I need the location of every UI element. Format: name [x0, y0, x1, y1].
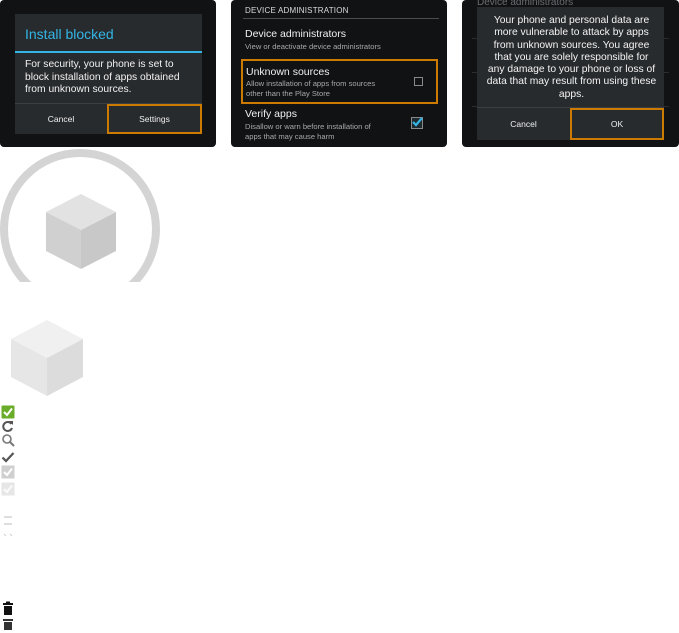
dialog-message: For security, your phone is set to block… [25, 59, 180, 95]
pref-unknown-sources[interactable]: Unknown sources Allow installation of ap… [241, 59, 438, 104]
install-blocked-screen: Install blocked For security, your phone… [0, 0, 216, 147]
trash-icon [3, 601, 13, 615]
checkmark-icon [1, 452, 15, 463]
green-check-icon [1, 405, 15, 419]
warning-dialog: Your phone and personal data are more vu… [477, 7, 664, 140]
package-icon [11, 320, 83, 396]
pref-title: Unknown sources [246, 66, 330, 78]
pref-summary-line1: Disallow or warn before installation of [245, 122, 371, 131]
cancel-button[interactable]: Cancel [15, 104, 107, 134]
security-settings-screen: DEVICE ADMINISTRATION Device administrat… [231, 0, 447, 147]
checkbox-light-icon [1, 482, 15, 496]
pref-summary-line2: other than the Play Store [246, 89, 331, 98]
divider-icon [3, 533, 13, 537]
trash-icon-small [3, 619, 13, 630]
package-circle-icon [0, 149, 160, 282]
warning-message: Your phone and personal data are more vu… [486, 15, 657, 100]
title-divider [15, 51, 202, 53]
ok-button[interactable]: OK [570, 108, 664, 140]
pref-title: Device administrators [245, 28, 346, 40]
dialog-button-bar: Cancel OK [477, 107, 664, 140]
pref-title: Verify apps [245, 108, 297, 120]
pref-summary: View or deactivate device administrators [245, 42, 381, 51]
unknown-sources-warning-screen: Device administrators Your phone and per… [462, 0, 679, 147]
unknown-sources-checkbox[interactable] [414, 77, 423, 86]
dialog-title: Install blocked [25, 26, 114, 42]
checkbox-grey-icon [1, 465, 15, 479]
refresh-icon [2, 421, 13, 432]
checkmark-icon [412, 117, 423, 127]
dialog-button-bar: Cancel Settings [15, 103, 202, 134]
search-icon [2, 434, 15, 447]
install-blocked-dialog: Install blocked For security, your phone… [15, 14, 202, 134]
pref-summary-line2: apps that may cause harm [245, 132, 335, 141]
section-divider [243, 18, 439, 19]
cancel-button[interactable]: Cancel [477, 108, 570, 140]
verify-apps-checkbox[interactable] [411, 117, 423, 129]
section-header: DEVICE ADMINISTRATION [245, 6, 349, 15]
list-lines-icon [4, 516, 12, 525]
pref-summary-line1: Allow installation of apps from sources [246, 79, 376, 88]
settings-button[interactable]: Settings [107, 104, 202, 134]
